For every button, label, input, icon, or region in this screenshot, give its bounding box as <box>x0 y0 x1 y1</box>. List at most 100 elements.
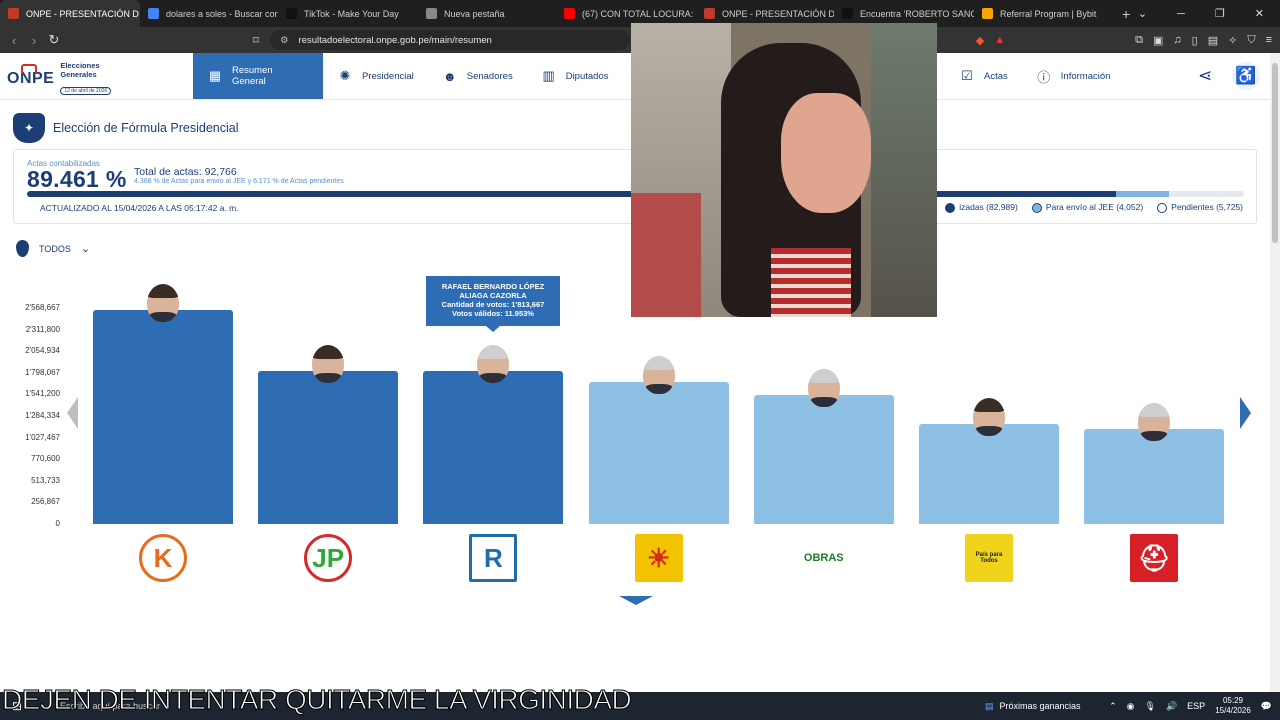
nav-tab-presidencial[interactable]: ✺ Presidencial <box>323 53 428 99</box>
candidate-photo[interactable] <box>807 368 840 407</box>
nav-label: Información <box>1060 70 1111 82</box>
minimize-button[interactable]: ─ <box>1177 8 1185 20</box>
candidate-photo[interactable] <box>973 397 1005 436</box>
new-tab-button[interactable]: + <box>1122 6 1130 22</box>
clock[interactable]: 05:29 15/4/2026 <box>1215 696 1251 716</box>
legend-item: Para envío al JEE (4,052) <box>1031 202 1143 213</box>
nav-label: Senadores <box>466 70 513 82</box>
browser-tab[interactable]: dolares a soles - Buscar con G <box>140 0 278 27</box>
tab-search-icon[interactable]: ⌄ <box>1138 7 1147 20</box>
nav-tab-resumen-general[interactable]: ▦ Resumen General <box>193 53 323 99</box>
reload-icon[interactable]: ↻ <box>44 32 64 48</box>
nav-tab-diputados[interactable]: ▥ Diputados <box>527 53 623 99</box>
wallet-icon[interactable]: ▤ <box>1208 34 1218 47</box>
tray-chevron-icon[interactable]: ⌃ <box>1109 701 1117 712</box>
sidebar-icon[interactable]: ▯ <box>1192 34 1198 47</box>
extensions-area: ◆ ▲ ⧉ ▣ ♫ ▯ ▤ ✧ ⛉ ≡ <box>976 27 1272 53</box>
candidate-bar[interactable] <box>423 371 564 524</box>
nav-label: Resumen General <box>231 65 273 87</box>
screenshot-icon[interactable]: ▣ <box>1153 34 1163 47</box>
bookmark-icon[interactable]: ⌑ <box>246 34 266 47</box>
legend-label: Pendientes (5,725) <box>1171 202 1243 212</box>
region-filter[interactable]: TODOS ⌄ <box>16 240 90 257</box>
legend-dot-icon <box>1157 202 1168 213</box>
candidate-photo[interactable] <box>1138 402 1171 441</box>
vpn-icon[interactable]: ⛉ <box>1247 34 1255 47</box>
onpe-logo[interactable]: ONPE Elecciones Generales 12 de abril de… <box>7 61 112 97</box>
party-logo[interactable]: País para Todos <box>965 534 1013 582</box>
nav-tab-senadores[interactable]: ☻ Senadores <box>428 53 527 99</box>
candidate-photo[interactable] <box>642 355 675 394</box>
share-icon[interactable]: ⋖ <box>1198 66 1212 86</box>
chart-next-arrow[interactable] <box>1240 397 1251 429</box>
leo-icon[interactable]: ✧ <box>1228 34 1237 47</box>
y-tick-label: 1'798,067 <box>25 367 60 377</box>
webcam-chair <box>631 193 701 317</box>
media-icon[interactable]: ♫ <box>1173 34 1181 46</box>
info-icon: ⓘ <box>1037 69 1051 85</box>
seal-icon: ✺ <box>339 68 351 83</box>
filter-label: TODOS <box>39 243 71 254</box>
page-scrollbar[interactable] <box>1270 53 1280 692</box>
legend-label: izadas (82,989) <box>959 202 1018 212</box>
news-text: Próximas ganancias <box>999 701 1081 711</box>
candidate-bar[interactable] <box>1084 428 1225 524</box>
y-tick-label: 1'284,334 <box>25 411 60 420</box>
accessibility-icon[interactable]: ♿ <box>1232 62 1260 90</box>
party-logo[interactable]: JP <box>304 534 353 582</box>
nav-tab-información[interactable]: ⓘ Información <box>1022 53 1125 99</box>
brave-shield-icon[interactable]: ◆ <box>976 34 984 47</box>
page-title: Elección de Fórmula Presidencial <box>53 121 239 135</box>
candidate-bar[interactable] <box>258 371 399 524</box>
extension-icon[interactable]: ⧉ <box>1135 34 1143 47</box>
party-logo[interactable]: ☀ <box>634 534 683 582</box>
taskbar-news[interactable]: ▤ Próximas ganancias <box>985 692 1081 720</box>
candidate-bar[interactable] <box>919 423 1059 524</box>
webcam-person-shirt <box>771 248 851 317</box>
y-tick-label: 770,600 <box>31 454 60 464</box>
mic-icon[interactable]: 🎙 <box>1145 701 1156 712</box>
volume-icon[interactable]: 🔊 <box>1166 701 1177 712</box>
tab-label: ONPE - PRESENTACIÓN D <box>26 8 139 19</box>
y-tick-label: 513,733 <box>31 475 60 485</box>
candidate-bar[interactable] <box>753 394 894 524</box>
language-indicator[interactable]: ESP <box>1187 701 1205 711</box>
menu-icon[interactable]: ≡ <box>1266 34 1272 46</box>
candidate-bar[interactable] <box>588 381 729 524</box>
candidate-photo[interactable] <box>312 345 345 384</box>
grid-icon: ▦ <box>208 68 222 83</box>
party-logo[interactable]: R <box>469 534 518 582</box>
party-logo[interactable]: ⛑ <box>1130 534 1179 582</box>
candidate-photo[interactable] <box>147 283 179 322</box>
tab-label: dolares a soles - Buscar con G <box>166 8 278 19</box>
scroll-thumb[interactable] <box>1272 63 1278 243</box>
legend-item: Pendientes (5,725) <box>1157 202 1243 213</box>
expand-down-arrow[interactable] <box>619 596 653 605</box>
party-logo[interactable]: OBRAS <box>799 534 848 582</box>
close-window-button[interactable]: ✕ <box>1255 7 1264 20</box>
chart-prev-arrow[interactable] <box>67 397 78 429</box>
party-logo[interactable]: K <box>139 534 187 582</box>
back-icon[interactable]: ‹ <box>4 33 24 48</box>
browser-tab[interactable]: Referral Program | Bybit <box>974 0 1114 27</box>
browser-tab[interactable]: ONPE - PRESENTACIÓN D✕ <box>0 0 140 27</box>
url-field[interactable]: ⚙ resultadoelectoral.onpe.gob.pe/main/re… <box>270 30 630 50</box>
rewards-icon[interactable]: ▲ <box>994 34 1005 46</box>
tab-favicon-icon <box>982 8 993 19</box>
browser-tab[interactable]: Nueva pestaña <box>418 0 556 27</box>
y-tick-label: 1'027,467 <box>25 432 60 442</box>
forward-icon[interactable]: › <box>24 33 44 48</box>
nav-tab-actas[interactable]: ☑ Actas <box>945 53 1022 99</box>
site-info-icon[interactable]: ⚙ <box>280 35 289 46</box>
tab-label: ONPE - PRESENTACIÓN DE R <box>722 8 834 19</box>
notifications-icon[interactable]: 💬 <box>1261 701 1272 712</box>
browser-tab[interactable]: TikTok - Make Your Day <box>278 0 418 27</box>
restore-button[interactable]: ❐ <box>1215 7 1225 20</box>
candidate-photo[interactable] <box>477 345 510 384</box>
coat-of-arms-icon: ✦ <box>13 113 45 143</box>
chevron-down-icon[interactable]: ⌄ <box>81 242 90 255</box>
y-tick-label: 2'568,667 <box>25 303 60 312</box>
tab-label: Referral Program | Bybit <box>1000 8 1097 19</box>
candidate-bar[interactable] <box>93 309 233 524</box>
network-icon[interactable]: ◉ <box>1127 701 1135 712</box>
